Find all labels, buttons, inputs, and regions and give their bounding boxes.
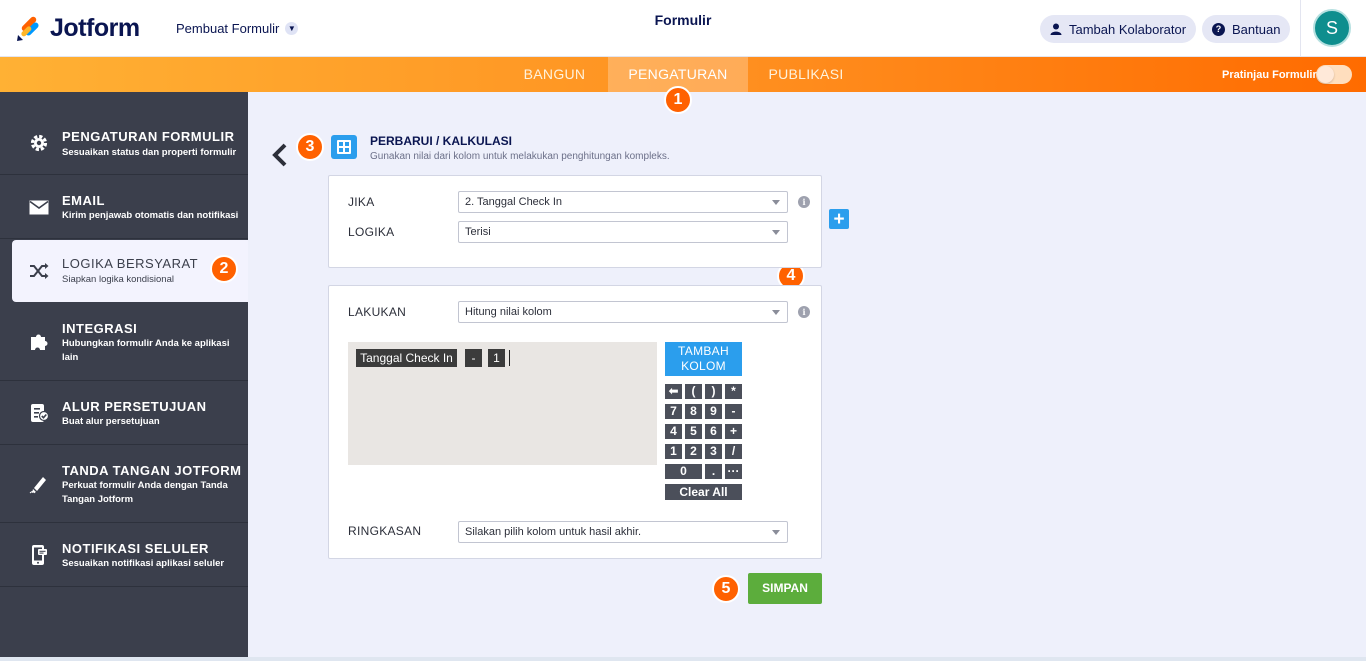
- puzzle-icon: [28, 330, 50, 352]
- key-5[interactable]: 5: [685, 424, 702, 439]
- sidebar-item-email[interactable]: EMAIL Kirim penjawab otomatis dan notifi…: [0, 175, 248, 239]
- logic-select[interactable]: Terisi: [458, 221, 788, 243]
- key-3[interactable]: 3: [705, 444, 722, 459]
- sidebar-item-desc: Buat alur persetujuan: [62, 416, 160, 427]
- key-0[interactable]: 0: [665, 464, 702, 479]
- info-icon[interactable]: i: [798, 306, 810, 318]
- sidebar-item-approval-flow[interactable]: ALUR PERSETUJUAN Buat alur persetujuan: [0, 381, 248, 445]
- key-8[interactable]: 8: [685, 404, 702, 419]
- add-collaborator-label: Tambah Kolaborator: [1069, 21, 1187, 37]
- logic-value: Terisi: [465, 226, 491, 238]
- avatar[interactable]: S: [1313, 9, 1351, 47]
- key-decimal[interactable]: .: [705, 464, 722, 479]
- sidebar-item-mobile-notifications[interactable]: NOTIFIKASI SELULER Sesuaikan notifikasi …: [0, 523, 248, 587]
- if-panel: JIKA 2. Tanggal Check In i LOGIKA Terisi: [328, 175, 822, 268]
- if-field-select[interactable]: 2. Tanggal Check In: [458, 191, 788, 213]
- sidebar-item-form-settings[interactable]: PENGATURAN FORMULIR Sesuaikan status dan…: [0, 112, 248, 175]
- caret-down-icon: [772, 200, 780, 205]
- sidebar-item-title: ALUR PERSETUJUAN: [62, 399, 207, 414]
- step-badge-3: 3: [296, 133, 324, 161]
- key-6[interactable]: 6: [705, 424, 722, 439]
- result-field-select[interactable]: Silakan pilih kolom untuk hasil akhir.: [458, 521, 788, 543]
- formula-editor[interactable]: Tanggal Check In - 1: [348, 342, 657, 465]
- sidebar-item-desc: Hubungkan formulir Anda ke aplikasi lain: [62, 338, 230, 363]
- key-multiply[interactable]: *: [725, 384, 742, 399]
- key-divide[interactable]: /: [725, 444, 742, 459]
- key-minus[interactable]: -: [725, 404, 742, 419]
- if-field-value: 2. Tanggal Check In: [465, 196, 563, 208]
- clear-all-button[interactable]: Clear All: [665, 484, 742, 500]
- do-label: LAKUKAN: [348, 305, 407, 319]
- caret-down-icon: [772, 230, 780, 235]
- question-icon: ?: [1212, 22, 1225, 36]
- do-action-value: Hitung nilai kolom: [465, 306, 552, 318]
- sidebar-item-jotform-sign[interactable]: TANDA TANGAN JOTFORM Perkuat formulir An…: [0, 445, 248, 523]
- key-4[interactable]: 4: [665, 424, 682, 439]
- approval-icon: [28, 402, 50, 424]
- condition-title: PERBARUI / KALKULASI: [370, 134, 513, 148]
- do-action-select[interactable]: Hitung nilai kolom: [458, 301, 788, 323]
- shuffle-icon: [28, 260, 50, 282]
- avatar-area: S: [1300, 0, 1366, 57]
- calculator-icon: [331, 135, 357, 159]
- tab-publish[interactable]: PUBLIKASI: [756, 57, 856, 92]
- more-functions-key[interactable]: ···: [725, 464, 742, 479]
- sidebar-item-title: LOGIKA BERSYARAT: [62, 256, 199, 271]
- backspace-key[interactable]: ⬅: [665, 384, 682, 399]
- result-field-placeholder: Silakan pilih kolom untuk hasil akhir.: [465, 526, 642, 538]
- key-9[interactable]: 9: [705, 404, 722, 419]
- gear-icon: [28, 132, 50, 154]
- save-button[interactable]: SIMPAN: [748, 573, 822, 604]
- sidebar-item-title: PENGATURAN FORMULIR: [62, 129, 235, 144]
- add-condition-button[interactable]: +: [829, 209, 849, 229]
- condition-subtitle: Gunakan nilai dari kolom untuk melakukan…: [370, 151, 670, 162]
- sidebar-item-desc: Sesuaikan status dan properti formulir: [62, 147, 237, 158]
- back-arrow-icon[interactable]: [270, 143, 290, 167]
- text-cursor: [509, 350, 510, 366]
- mobile-icon: [28, 544, 50, 566]
- info-icon[interactable]: i: [798, 196, 810, 208]
- top-bar: Jotform Pembuat Formulir ▼ Formulir Tamb…: [0, 0, 1366, 57]
- formula-token-number[interactable]: 1: [488, 349, 505, 367]
- sidebar-item-desc: Sesuaikan notifikasi aplikasi seluler: [62, 558, 225, 569]
- sidebar-item-title: INTEGRASI: [62, 321, 138, 336]
- key-2[interactable]: 2: [685, 444, 702, 459]
- step-badge-5: 5: [712, 575, 740, 603]
- help-button[interactable]: ? Bantuan: [1202, 15, 1291, 43]
- key-plus[interactable]: +: [725, 424, 742, 439]
- formula-token-field[interactable]: Tanggal Check In: [356, 349, 457, 367]
- add-field-button[interactable]: TAMBAH KOLOM: [665, 342, 742, 376]
- if-label: JIKA: [348, 195, 375, 209]
- preview-label: Pratinjau Formulir: [1222, 69, 1317, 81]
- caret-down-icon: [772, 530, 780, 535]
- result-label: RINGKASAN: [348, 524, 422, 538]
- key-7[interactable]: 7: [665, 404, 682, 419]
- sidebar-item-desc: Perkuat formulir Anda dengan Tanda Tanga…: [62, 480, 228, 505]
- sidebar-item-title: TANDA TANGAN JOTFORM: [62, 463, 242, 478]
- formula-token-operator[interactable]: -: [465, 349, 482, 367]
- key-1[interactable]: 1: [665, 444, 682, 459]
- logic-label: LOGIKA: [348, 225, 395, 239]
- preview-toggle[interactable]: [1316, 65, 1352, 84]
- step-badge-1: 1: [664, 86, 692, 114]
- envelope-icon: [28, 196, 50, 218]
- sidebar-item-integrations[interactable]: INTEGRASI Hubungkan formulir Anda ke apl…: [0, 303, 248, 381]
- help-label: Bantuan: [1232, 21, 1281, 37]
- sidebar-item-desc: Kirim penjawab otomatis dan notifikasi: [62, 210, 239, 221]
- user-icon: [1050, 23, 1062, 35]
- sidebar-item-title: EMAIL: [62, 193, 105, 208]
- add-collaborator-button[interactable]: Tambah Kolaborator: [1040, 15, 1197, 43]
- sidebar-item-title: NOTIFIKASI SELULER: [62, 541, 209, 556]
- key-close-paren[interactable]: ): [705, 384, 722, 399]
- pen-icon: [28, 473, 50, 495]
- tab-build[interactable]: BANGUN: [508, 57, 601, 92]
- key-open-paren[interactable]: (: [685, 384, 702, 399]
- toggle-knob: [1317, 66, 1334, 83]
- settings-sidebar: PENGATURAN FORMULIR Sesuaikan status dan…: [0, 92, 248, 661]
- caret-down-icon: [772, 310, 780, 315]
- step-badge-2: 2: [210, 255, 238, 283]
- bottom-strip: [0, 657, 1366, 661]
